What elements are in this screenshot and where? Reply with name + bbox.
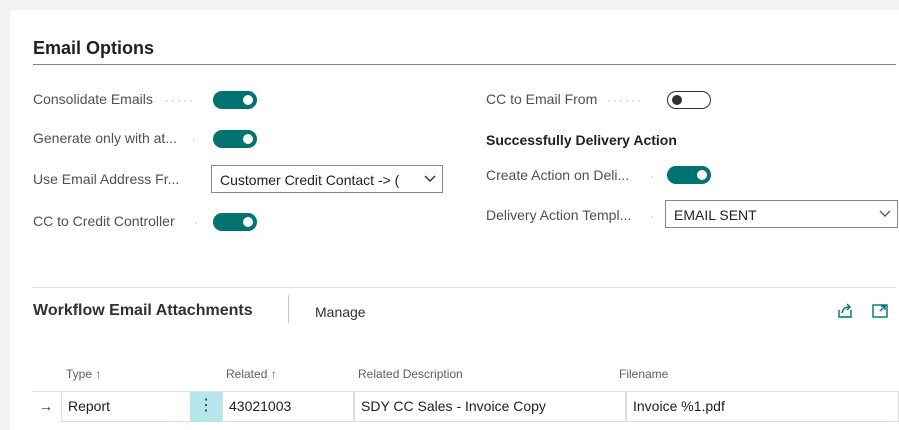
part-separator <box>288 295 289 323</box>
type-cell[interactable]: Report <box>61 392 191 422</box>
delivery-template-label: Delivery Action Templ... <box>486 207 632 223</box>
create-action-label: Create Action on Deli... <box>486 167 630 183</box>
consolidate-emails-label: Consolidate Emails <box>33 91 153 107</box>
cc-email-from-toggle[interactable] <box>667 91 711 109</box>
table-row[interactable]: → Report ⋮ 43021003 SDY CC Sales - Invoi… <box>33 391 899 422</box>
manage-menu-button[interactable]: Manage <box>315 304 366 320</box>
row-actions-button[interactable]: ⋮ <box>190 392 222 422</box>
related-description-cell[interactable]: SDY CC Sales - Invoice Copy <box>354 392 626 422</box>
generate-only-label: Generate only with at... <box>33 130 177 146</box>
toggle-knob <box>697 170 707 180</box>
delivery-action-heading: Successfully Delivery Action <box>486 132 677 148</box>
toggle-knob <box>243 134 253 144</box>
label-leader: ····· <box>165 93 195 107</box>
select-value: Customer Credit Contact -> ( <box>220 172 400 188</box>
attachments-part-title[interactable]: Workflow Email Attachments <box>33 302 253 320</box>
column-header-type[interactable]: Type ↑ <box>66 367 101 381</box>
delivery-template-select[interactable]: EMAIL SENT <box>665 200 898 228</box>
expand-icon[interactable] <box>871 302 889 320</box>
toggle-knob <box>243 95 253 105</box>
email-options-card: Email Options Consolidate Emails ····· G… <box>10 10 899 430</box>
row-indicator-icon: → <box>39 398 53 414</box>
generate-only-toggle[interactable] <box>213 130 257 148</box>
label-leader: · <box>650 169 656 183</box>
cc-credit-controller-toggle[interactable] <box>213 213 257 231</box>
chevron-down-icon <box>424 175 436 182</box>
part-divider <box>33 287 896 288</box>
label-leader: ······ <box>607 93 643 107</box>
filename-cell[interactable]: Invoice %1.pdf <box>626 392 899 422</box>
label-leader: · <box>650 209 656 223</box>
related-cell[interactable]: 43021003 <box>222 392 354 422</box>
section-divider <box>33 64 896 65</box>
toggle-knob <box>243 217 253 227</box>
column-header-filename[interactable]: Filename <box>619 367 668 381</box>
cc-credit-controller-label: CC to Credit Controller <box>33 213 175 229</box>
select-value: EMAIL SENT <box>674 207 757 223</box>
column-header-related-description[interactable]: Related Description <box>358 367 463 381</box>
column-header-related[interactable]: Related ↑ <box>226 367 277 381</box>
use-email-address-select[interactable]: Customer Credit Contact -> ( <box>211 165 443 193</box>
label-leader: · <box>194 215 200 229</box>
share-icon[interactable] <box>836 302 854 320</box>
create-action-toggle[interactable] <box>667 166 711 184</box>
use-email-address-label: Use Email Address Fr... <box>33 171 180 187</box>
consolidate-emails-toggle[interactable] <box>213 91 257 109</box>
chevron-down-icon <box>879 210 891 217</box>
email-options-title: Email Options <box>33 38 155 58</box>
label-leader: · <box>192 132 198 146</box>
toggle-knob <box>672 95 682 105</box>
cc-email-from-label: CC to Email From <box>486 91 598 107</box>
